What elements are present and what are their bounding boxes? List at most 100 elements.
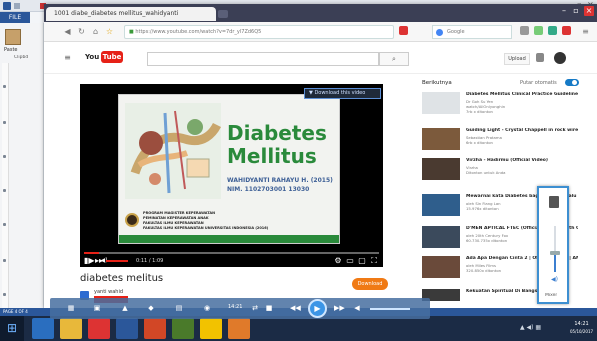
browser-maximize-icon[interactable]: ▫ (571, 6, 581, 16)
media-icon[interactable]: ◆ (146, 303, 156, 313)
media-player-icon[interactable] (228, 318, 250, 339)
channel-name[interactable]: yanti wahid (94, 289, 123, 295)
media-time: 14:21 (228, 304, 243, 310)
clock[interactable]: 14:21 05/10/2017 (570, 321, 593, 335)
media-volume-slider[interactable] (370, 308, 410, 310)
autoplay-knob (572, 80, 577, 85)
recommendation-meta: Dr Goh Su Yen watch/AllOnlyonghin 7rb x … (466, 99, 506, 114)
media-icon[interactable]: ▲ (120, 303, 130, 313)
extension-icon[interactable] (534, 26, 543, 35)
menu-icon[interactable]: ≡ (580, 26, 591, 37)
file-tab[interactable]: FILE (0, 12, 30, 23)
play-icon[interactable]: ▶ (308, 299, 327, 318)
guide-menu-icon[interactable]: ≡ (62, 52, 73, 63)
browser-title-bar: 1001 diabe_diabetes mellitus_wahidyanti … (44, 4, 597, 22)
ruler-mark (3, 293, 6, 296)
download-button[interactable]: Download (352, 278, 388, 290)
extension-icon[interactable] (548, 26, 557, 35)
clock-time: 14:21 (574, 321, 589, 327)
speaker-icon[interactable]: ◀) (551, 276, 558, 283)
media-icon[interactable]: ▤ (174, 303, 184, 313)
recommendation-thumbnail (422, 158, 460, 180)
ruler-mark (3, 121, 6, 124)
new-tab-button[interactable] (218, 10, 228, 18)
download-video-label: Download this video (314, 90, 366, 96)
volume-slider[interactable] (106, 260, 128, 262)
ruler-mark (3, 189, 6, 192)
tray-icons[interactable]: ▲ ◀) ▦ (520, 324, 541, 331)
media-icon[interactable]: ◉ (202, 303, 212, 313)
reload-icon[interactable]: ↻ (76, 26, 87, 37)
browser-toolbar: ◀ ↻ ⌂ ☆ ■ https://www.youtube.com/watch?… (44, 22, 597, 42)
play-pause-icon[interactable]: ▮▶ (84, 256, 95, 266)
slide-title-line1: Diabetes (227, 121, 327, 145)
media-icon[interactable]: ▣ (92, 303, 102, 313)
powerpoint-icon[interactable] (144, 318, 166, 339)
home-icon[interactable]: ⌂ (90, 26, 101, 37)
fullscreen-icon[interactable]: ⛶ (370, 256, 378, 266)
browser-tab[interactable]: 1001 diabe_diabetes mellitus_wahidyanti (46, 7, 216, 21)
media-icon[interactable]: ▦ (66, 303, 76, 313)
upload-button[interactable]: Upload (504, 53, 530, 65)
file-explorer-icon[interactable] (60, 318, 82, 339)
volume-thumb[interactable] (550, 251, 560, 255)
browser-minimize-icon[interactable]: – (559, 6, 569, 16)
download-video-button[interactable]: ▼ Download this video (304, 88, 381, 99)
recommendation-item[interactable]: Virzha - Hadirmu (Official Video) Virzha… (422, 158, 582, 180)
recommendation-item[interactable]: Guiding Light - Crystal Chappell in rock… (422, 128, 582, 150)
recommendation-meta: Virzha Ditonton untuk Anda (466, 165, 506, 175)
stop-icon[interactable]: ■ (264, 303, 274, 313)
video-player[interactable]: Diabetes Mellitus WAHIDYANTI RAHAYU H. (… (80, 84, 383, 267)
volume-level-fill (554, 253, 556, 272)
mixer-link[interactable]: Mixer (545, 293, 557, 298)
address-text: https://www.youtube.com/watch?v=7dr_yl7Z… (135, 29, 262, 35)
bookmark-star-icon[interactable]: ☆ (104, 26, 115, 37)
previous-icon[interactable]: ◀◀ (290, 303, 301, 313)
word-icon[interactable] (116, 318, 138, 339)
recommendation-thumbnail (422, 194, 460, 216)
mute-icon[interactable]: ◀ (352, 303, 362, 313)
address-bar[interactable]: ■ https://www.youtube.com/watch?v=7dr_yl… (124, 25, 394, 39)
download-icon[interactable] (520, 26, 529, 35)
ribbon-side: Paste Clipbd (0, 23, 44, 331)
youtube-logo-tube[interactable]: Tube (101, 51, 123, 63)
settings-gear-icon[interactable]: ⚙ (334, 256, 342, 266)
video-slide: Diabetes Mellitus WAHIDYANTI RAHAYU H. (… (118, 94, 340, 244)
slide-footer-band (119, 235, 339, 243)
theater-mode-icon[interactable]: ▭ (346, 256, 354, 266)
notifications-icon[interactable] (536, 53, 544, 62)
extension-icon[interactable] (399, 26, 408, 35)
youtube-search-input[interactable] (147, 52, 379, 66)
pancreas-illustration (125, 103, 221, 199)
player-controls: ▮▶ ▸▸ ◀) 0:11 / 1:09 ⚙ ▭ ▢ ⛶ (80, 256, 383, 267)
app-icon[interactable] (172, 318, 194, 339)
recommendation-thumbnail (422, 128, 460, 150)
ie-icon[interactable] (32, 318, 54, 339)
autoplay-label: Putar otomatis (520, 80, 557, 86)
save-icon[interactable] (14, 3, 20, 9)
taskbar: ⊞ ▲ ◀) ▦ 14:21 05/10/2017 (0, 316, 597, 341)
extension-icon[interactable] (562, 26, 571, 35)
back-icon[interactable]: ◀ (62, 26, 73, 37)
search-box[interactable]: Google (432, 25, 512, 39)
recommendation-title: Diabetes Mellitus Clinical Practice Guid… (466, 92, 578, 97)
clipboard-label: Clipbd (14, 55, 29, 60)
paste-icon[interactable] (5, 29, 21, 45)
cast-icon[interactable]: ▢ (358, 256, 366, 266)
paste-label: Paste (4, 47, 18, 53)
google-icon (436, 29, 443, 36)
start-icon[interactable]: ⊞ (0, 316, 24, 341)
avatar[interactable] (554, 52, 566, 64)
browser-close-icon[interactable]: × (584, 6, 594, 16)
chrome-icon[interactable] (200, 318, 222, 339)
progress-track[interactable] (84, 252, 379, 254)
app-icon[interactable] (88, 318, 110, 339)
next-track-icon[interactable]: ▶▶ (334, 303, 345, 313)
shuffle-icon[interactable]: ⇄ (250, 303, 260, 313)
recommendation-item[interactable]: Diabetes Mellitus Clinical Practice Guid… (422, 92, 582, 114)
youtube-logo[interactable]: You (85, 53, 99, 61)
progress-fill (84, 252, 99, 254)
search-icon[interactable]: ⌕ (379, 52, 409, 66)
slide-author: WAHIDYANTI RAHAYU H. (2015) (227, 177, 333, 184)
ruler-mark (3, 223, 6, 226)
